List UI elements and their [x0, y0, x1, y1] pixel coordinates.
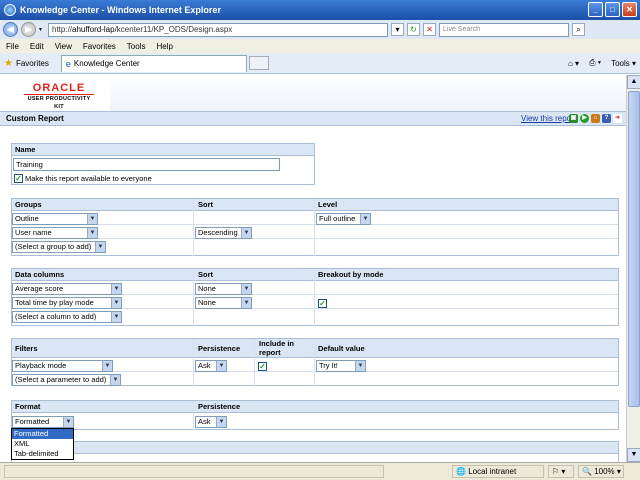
data-columns-header: Data columns	[15, 270, 65, 279]
window-title-bar: Knowledge Center - Windows Internet Expl…	[0, 0, 640, 20]
breakout-header: Breakout by mode	[318, 270, 384, 279]
table-row	[12, 212, 618, 225]
format-option-tab-delimited[interactable]: Tab-delimited	[12, 449, 73, 459]
default-value-select[interactable]: Try It! ▼	[316, 360, 366, 372]
header-banner: ORACLE USER PRODUCTIVITY KIT	[0, 75, 626, 111]
data-sort-select-2[interactable]: None ▼	[195, 297, 252, 309]
ie-icon	[4, 4, 16, 16]
favorites-star-icon[interactable]: ★	[4, 58, 13, 69]
table-row	[12, 226, 618, 239]
tab-knowledge-center[interactable]: e Knowledge Center	[60, 54, 247, 72]
new-tab-button[interactable]	[248, 56, 269, 70]
format-persistence-header: Persistence	[198, 402, 241, 411]
search-input[interactable]: Live Search	[439, 22, 569, 37]
url-dropdown-icon[interactable]: ▾	[391, 23, 404, 36]
default-value-header: Default value	[318, 344, 365, 353]
scroll-up-icon[interactable]: ▲	[627, 75, 640, 89]
save-icon[interactable]: ▣	[569, 114, 578, 123]
level-header: Level	[318, 200, 338, 209]
print-icon[interactable]: ⎙ ▾	[589, 58, 601, 68]
history-dropdown-icon[interactable]: ▾	[39, 26, 45, 33]
filters-header: Filters	[15, 344, 38, 353]
vertical-scrollbar[interactable]: ▲ ▼	[626, 75, 640, 462]
groups-section: Groups Sort Level Outline ▼ Full outline ▼…	[11, 198, 619, 256]
go-icon[interactable]: ▶	[580, 114, 589, 123]
data-column-select-2[interactable]: Total time by play mode ▼	[12, 297, 122, 309]
report-name-input[interactable]: Training	[13, 158, 280, 171]
sort-header: Sort	[198, 200, 213, 209]
breakout-checkbox[interactable]: ✓	[318, 299, 327, 308]
data-sort-select-1[interactable]: None ▼	[195, 283, 252, 295]
filter-select-1[interactable]: Playback mode ▼	[12, 360, 113, 372]
format-persistence-select[interactable]: Ask ▼	[195, 416, 227, 428]
zone-indicator: 🌐 Local intranet	[452, 465, 544, 478]
format-dropdown-list[interactable]: Formatted XML Tab-delimited	[11, 428, 74, 460]
format-select[interactable]: Formatted ▼	[12, 416, 74, 428]
maximize-button[interactable]: □	[605, 2, 620, 17]
close-button[interactable]: ✕	[622, 2, 637, 17]
url-input[interactable]: http://ahufford-lap/kcenter11/KP_ODS/Des…	[48, 22, 388, 37]
report-title-bar: Custom Report View this report ▣ ▶ ⌂ ? ➜	[0, 111, 626, 126]
tools-menu[interactable]: Tools ▾	[611, 59, 636, 68]
menu-view[interactable]: View	[55, 42, 72, 51]
refresh-icon[interactable]: ↻	[407, 23, 420, 36]
home-icon[interactable]: ⌂	[591, 114, 600, 123]
view-report-link[interactable]: View this report	[521, 112, 576, 125]
minimize-button[interactable]: _	[588, 2, 603, 17]
share-label: Make this report available to everyone	[25, 174, 152, 183]
next-section	[11, 441, 619, 462]
level-select[interactable]: Full outline ▼	[316, 213, 371, 225]
back-button[interactable]: ◀	[3, 22, 18, 37]
search-icon[interactable]: ⌕	[572, 23, 585, 36]
status-bar: 🌐 Local intranet ⚐ ▾ 🔍 100% ▾	[0, 462, 640, 480]
ie-tab-icon: e	[65, 58, 71, 69]
groups-header: Groups	[15, 200, 42, 209]
menu-bar: File Edit View Favorites Tools Help	[0, 39, 640, 53]
add-group-select[interactable]: (Select a group to add) ▼	[12, 241, 106, 253]
oracle-logo: ORACLE USER PRODUCTIVITY KIT	[24, 82, 94, 111]
format-section: Format Persistence Formatted ▼ Ask ▼	[11, 400, 619, 430]
name-header: Name	[15, 145, 36, 154]
group-select-1[interactable]: Outline ▼	[12, 213, 98, 225]
filters-section: Filters Persistence Include in report De…	[11, 338, 619, 386]
group-sort-select[interactable]: Descending ▼	[195, 227, 252, 239]
page-content: ORACLE USER PRODUCTIVITY KIT Custom Repo…	[0, 75, 626, 462]
protected-mode-icon[interactable]: ⚐ ▾	[548, 465, 574, 478]
menu-tools[interactable]: Tools	[127, 42, 146, 51]
help-icon[interactable]: ?	[602, 114, 611, 123]
name-section: Name Training ✓ Make this report availab…	[11, 143, 315, 185]
group-select-2[interactable]: User name ▼	[12, 227, 98, 239]
include-checkbox[interactable]: ✓	[258, 362, 267, 371]
page-title: Custom Report	[6, 114, 64, 123]
forward-button[interactable]: ▶	[21, 22, 36, 37]
persistence-header: Persistence	[198, 344, 241, 353]
address-bar: ◀ ▶ ▾ http://ahufford-lap/kcenter11/KP_O…	[0, 20, 640, 39]
format-option-formatted[interactable]: Formatted	[12, 429, 73, 439]
menu-help[interactable]: Help	[156, 42, 172, 51]
menu-edit[interactable]: Edit	[30, 42, 44, 51]
exit-icon[interactable]: ➜	[613, 114, 622, 123]
include-header: Include in report	[259, 339, 295, 357]
scroll-thumb[interactable]	[628, 91, 640, 407]
favorites-button[interactable]: Favorites	[16, 59, 49, 68]
home-icon[interactable]: ⌂ ▾	[568, 59, 579, 68]
stop-icon[interactable]: ✕	[423, 23, 436, 36]
add-column-select[interactable]: (Select a column to add) ▼	[12, 311, 122, 323]
filter-persistence-select[interactable]: Ask ▼	[195, 360, 227, 372]
data-column-select-1[interactable]: Average score ▼	[12, 283, 122, 295]
scroll-down-icon[interactable]: ▼	[627, 448, 640, 462]
data-sort-header: Sort	[198, 270, 213, 279]
tab-bar: ★ Favorites e Knowledge Center ⌂ ▾ ⎙ ▾ T…	[0, 53, 640, 74]
format-header: Format	[15, 402, 41, 411]
format-option-xml[interactable]: XML	[12, 439, 73, 449]
menu-file[interactable]: File	[6, 42, 19, 51]
share-checkbox[interactable]: ✓	[14, 174, 23, 183]
menu-favorites[interactable]: Favorites	[83, 42, 116, 51]
data-columns-section: Data columns Sort Breakout by mode Avera…	[11, 268, 619, 326]
zoom-control[interactable]: 🔍 100% ▾	[578, 465, 624, 478]
add-parameter-select[interactable]: (Select a parameter to add) ▼	[12, 374, 121, 386]
window-title: Knowledge Center - Windows Internet Expl…	[20, 5, 221, 15]
